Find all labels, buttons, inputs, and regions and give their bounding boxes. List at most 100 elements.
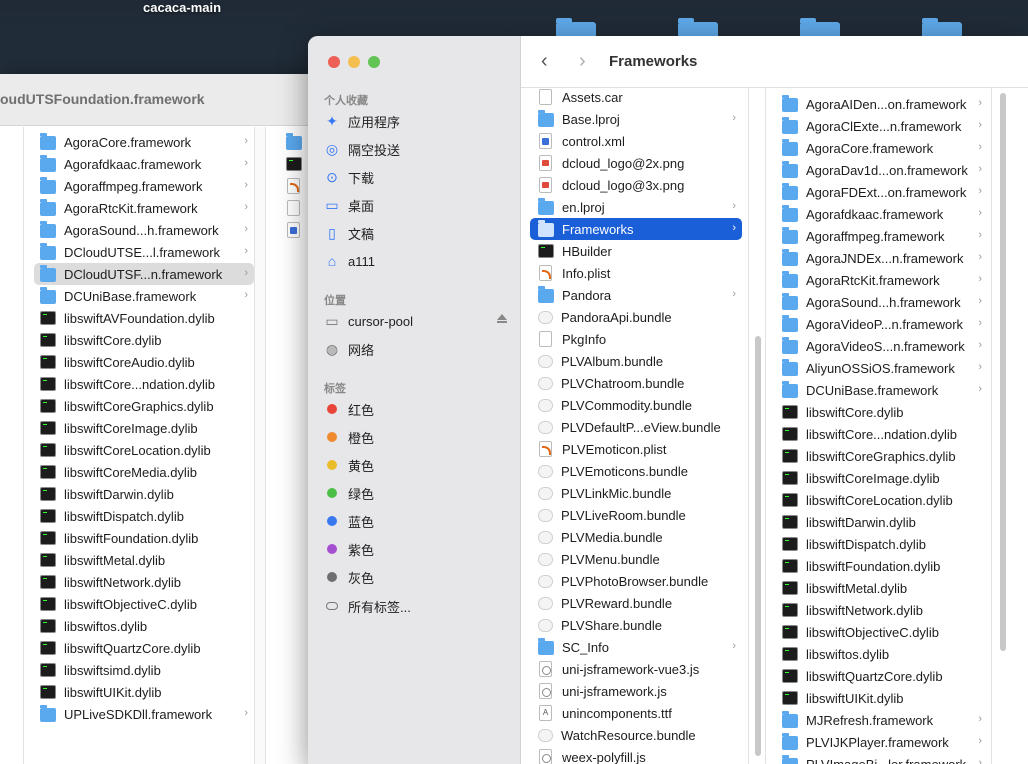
- file-item[interactable]: libswiftNetwork.dylib: [778, 599, 988, 621]
- file-item[interactable]: libswiftDispatch.dylib: [778, 533, 988, 555]
- file-item[interactable]: WatchResource.bundle: [530, 724, 742, 746]
- file-item[interactable]: libswiftCore...ndation.dylib: [34, 373, 254, 395]
- file-item[interactable]: libswiftAVFoundation.dylib: [34, 307, 254, 329]
- file-item[interactable]: libswiftCore.dylib: [778, 401, 988, 423]
- file-item[interactable]: PLVEmoticons.bundle: [530, 460, 742, 482]
- zoom-button[interactable]: [368, 56, 380, 68]
- column-1-scrollbar[interactable]: [755, 336, 761, 756]
- file-item[interactable]: PLVMedia.bundle: [530, 526, 742, 548]
- sidebar-item[interactable]: 红色: [324, 397, 509, 421]
- folder-item[interactable]: PLVIJKPlayer.framework ›: [778, 731, 988, 753]
- file-item[interactable]: libswiftUIKit.dylib: [34, 681, 254, 703]
- folder-item[interactable]: AgoraSound...h.framework ›: [34, 219, 254, 241]
- folder-item[interactable]: AgoraDav1d...on.framework ›: [778, 159, 988, 181]
- column-2-scrollbar[interactable]: [1000, 93, 1006, 651]
- file-item[interactable]: PLVReward.bundle: [530, 592, 742, 614]
- folder-item[interactable]: DCloudUTSE...l.framework ›: [34, 241, 254, 263]
- folder-item[interactable]: SC_Info ›: [530, 636, 742, 658]
- folder-item[interactable]: AgoraSound...h.framework ›: [778, 291, 988, 313]
- file-item[interactable]: libswiftObjectiveC.dylib: [778, 621, 988, 643]
- folder-item[interactable]: AgoraCore.framework ›: [34, 131, 254, 153]
- sidebar-item[interactable]: ◎ 隔空投送: [324, 137, 509, 161]
- file-item[interactable]: libswiftos.dylib: [778, 643, 988, 665]
- file-item[interactable]: uni-jsframework.js: [530, 680, 742, 702]
- file-item[interactable]: PLVMenu.bundle: [530, 548, 742, 570]
- file-item[interactable]: PandoraApi.bundle: [530, 306, 742, 328]
- file-item[interactable]: Assets.car: [530, 86, 742, 108]
- folder-item[interactable]: AgoraRtcKit.framework ›: [778, 269, 988, 291]
- file-item[interactable]: libswiftCoreImage.dylib: [34, 417, 254, 439]
- file-item[interactable]: PkgInfo: [530, 328, 742, 350]
- file-item[interactable]: libswiftNetwork.dylib: [34, 571, 254, 593]
- file-item[interactable]: libswiftDispatch.dylib: [34, 505, 254, 527]
- folder-item[interactable]: AliyunOSSiOS.framework ›: [778, 357, 988, 379]
- sidebar-item[interactable]: 绿色: [324, 481, 509, 505]
- file-item[interactable]: dcloud_logo@2x.png: [530, 152, 742, 174]
- file-item[interactable]: libswiftQuartzCore.dylib: [34, 637, 254, 659]
- folder-item[interactable]: AgoraVideoS...n.framework ›: [778, 335, 988, 357]
- sidebar-item[interactable]: 黄色: [324, 453, 509, 477]
- folder-item[interactable]: Frameworks ›: [530, 218, 742, 240]
- sidebar-item[interactable]: 灰色: [324, 565, 509, 589]
- column-divider[interactable]: [0, 127, 24, 764]
- file-item[interactable]: libswiftCore...ndation.dylib: [778, 423, 988, 445]
- file-item[interactable]: libswiftCoreGraphics.dylib: [778, 445, 988, 467]
- back-button[interactable]: ‹: [541, 50, 548, 73]
- file-item[interactable]: libswiftCoreAudio.dylib: [34, 351, 254, 373]
- folder-item[interactable]: AgoraCore.framework ›: [778, 137, 988, 159]
- file-item[interactable]: libswiftDarwin.dylib: [778, 511, 988, 533]
- file-item[interactable]: libswiftCoreGraphics.dylib: [34, 395, 254, 417]
- desktop-folder-label[interactable]: cacaca-main: [143, 0, 221, 15]
- folder-item[interactable]: DCloudUTSF...n.framework ›: [34, 263, 254, 285]
- file-item[interactable]: PLVShare.bundle: [530, 614, 742, 636]
- file-item[interactable]: HBuilder: [530, 240, 742, 262]
- file-item[interactable]: libswiftUIKit.dylib: [778, 687, 988, 709]
- sidebar-item[interactable]: ▭ 桌面: [324, 193, 509, 217]
- file-item[interactable]: libswiftDarwin.dylib: [34, 483, 254, 505]
- folder-item[interactable]: MJRefresh.framework ›: [778, 709, 988, 731]
- file-item[interactable]: libswiftCoreMedia.dylib: [34, 461, 254, 483]
- folder-item[interactable]: Agorafdkaac.framework ›: [34, 153, 254, 175]
- folder-item[interactable]: Base.lproj ›: [530, 108, 742, 130]
- file-item[interactable]: PLVPhotoBrowser.bundle: [530, 570, 742, 592]
- sidebar-item-all-tags[interactable]: 所有标签...: [324, 594, 509, 618]
- column-divider[interactable]: [254, 127, 266, 764]
- sidebar-item[interactable]: ▯ 文稿: [324, 221, 509, 245]
- forward-button[interactable]: ›: [579, 50, 586, 73]
- file-item[interactable]: PLVDefaultP...eView.bundle: [530, 416, 742, 438]
- file-item[interactable]: PLVAlbum.bundle: [530, 350, 742, 372]
- file-item[interactable]: libswiftCoreLocation.dylib: [778, 489, 988, 511]
- file-item[interactable]: PLVLinkMic.bundle: [530, 482, 742, 504]
- folder-item[interactable]: AgoraRtcKit.framework ›: [34, 197, 254, 219]
- file-item[interactable]: libswiftFoundation.dylib: [34, 527, 254, 549]
- sidebar-item[interactable]: 紫色: [324, 537, 509, 561]
- file-item[interactable]: libswiftCoreLocation.dylib: [34, 439, 254, 461]
- sidebar-item[interactable]: 蓝色: [324, 509, 509, 533]
- sidebar-item[interactable]: ⊙ 下载: [324, 165, 509, 189]
- file-item[interactable]: PLVEmoticon.plist: [530, 438, 742, 460]
- file-item[interactable]: PLVCommodity.bundle: [530, 394, 742, 416]
- file-item[interactable]: libswiftCore.dylib: [34, 329, 254, 351]
- column-divider[interactable]: [991, 88, 1028, 764]
- folder-item[interactable]: AgoraClExte...n.framework ›: [778, 115, 988, 137]
- folder-item[interactable]: PLVImageBi...ler.framework ›: [778, 753, 988, 764]
- folder-item[interactable]: en.lproj ›: [530, 196, 742, 218]
- minimize-button[interactable]: [348, 56, 360, 68]
- folder-item[interactable]: Pandora ›: [530, 284, 742, 306]
- file-item[interactable]: uni-jsframework-vue3.js: [530, 658, 742, 680]
- file-item[interactable]: libswiftMetal.dylib: [34, 549, 254, 571]
- file-item[interactable]: weex-polyfill.js: [530, 746, 742, 764]
- sidebar-item[interactable]: 橙色: [324, 425, 509, 449]
- folder-item[interactable]: AgoraVideoP...n.framework ›: [778, 313, 988, 335]
- file-item[interactable]: PLVLiveRoom.bundle: [530, 504, 742, 526]
- sidebar-item[interactable]: ✦ 应用程序: [324, 109, 509, 133]
- folder-item[interactable]: AgoraAIDen...on.framework ›: [778, 93, 988, 115]
- sidebar-item[interactable]: ▭ cursor-pool: [324, 309, 509, 333]
- file-item[interactable]: libswiftObjectiveC.dylib: [34, 593, 254, 615]
- file-item[interactable]: libswiftCoreImage.dylib: [778, 467, 988, 489]
- folder-item[interactable]: AgoraFDExt...on.framework ›: [778, 181, 988, 203]
- background-finder-window[interactable]: oudUTSFoundation.framework AgoraCore.fra…: [0, 74, 320, 764]
- file-item[interactable]: libswiftFoundation.dylib: [778, 555, 988, 577]
- sidebar-item[interactable]: ⌂ a111: [324, 249, 509, 273]
- file-item[interactable]: control.xml: [530, 130, 742, 152]
